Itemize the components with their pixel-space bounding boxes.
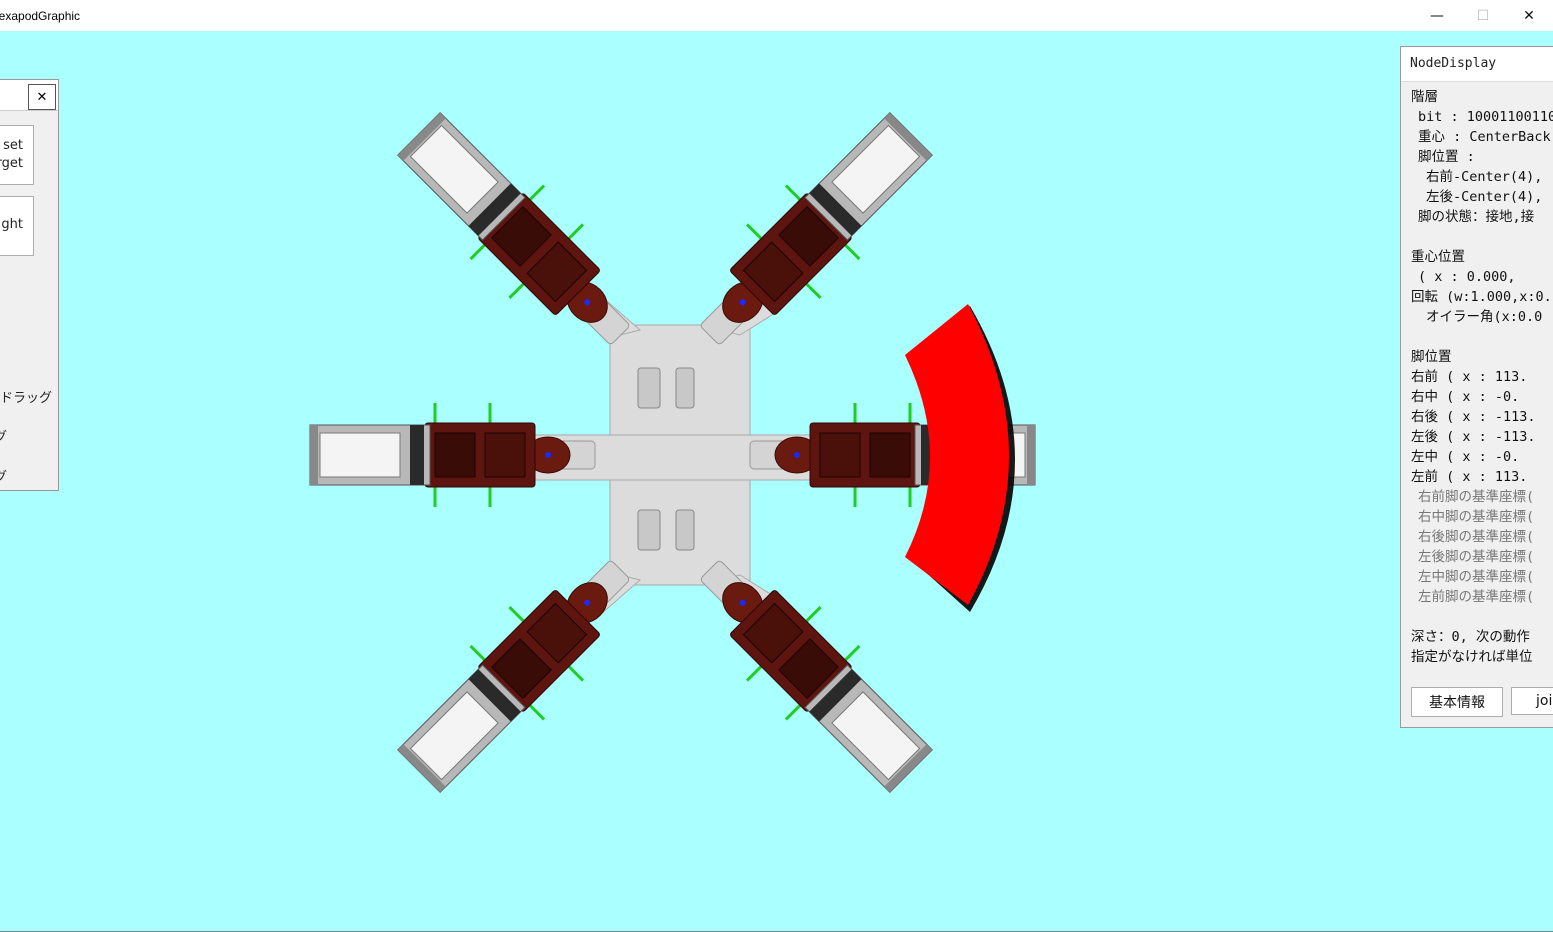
reset-target-button[interactable]: set rget	[0, 125, 34, 185]
node-info-line: 重心位置	[1411, 249, 1465, 265]
node-info-line: 右中脚の基準座標(	[1418, 509, 1535, 525]
node-info-line: 左後-Center(4),	[1426, 189, 1543, 205]
node-info-line: 脚位置 :	[1418, 149, 1475, 165]
node-display-panel: NodeDisplay 階層 bit : 1000110011010 重心 : Ce…	[1400, 46, 1553, 728]
control-panel: ✕ set rget ght ドラッグ グ グ	[0, 79, 59, 491]
panel-close-button[interactable]: ✕	[28, 84, 56, 110]
node-display-title: NodeDisplay	[1410, 56, 1497, 71]
leg-right-front	[671, 95, 950, 374]
node-info-line: 左中脚の基準座標(	[1418, 569, 1535, 585]
maximize-icon: ☐	[1476, 7, 1490, 24]
node-info-line: 左後脚の基準座標(	[1418, 549, 1535, 565]
hexapod-render	[308, 95, 1037, 810]
leg-left-front	[380, 95, 659, 374]
node-info-line: 右前-Center(4),	[1426, 169, 1543, 185]
node-info-line: 右後脚の基準座標(	[1418, 529, 1535, 545]
minimize-icon: —	[1430, 7, 1444, 24]
node-info-line: 右前脚の基準座標(	[1418, 489, 1535, 505]
leg-left-middle	[308, 401, 597, 509]
node-info-line: 深さ：0, 次の動作	[1411, 629, 1530, 645]
control-panel-header: ✕	[0, 80, 58, 111]
node-info-line: 右前 ( x : 113.	[1411, 369, 1528, 385]
node-info-line: 右後 ( x : -113.	[1411, 409, 1536, 425]
node-info-line: 脚の状態：接地,接	[1418, 209, 1535, 225]
leg-left-rear	[380, 531, 659, 810]
node-info-line: オイラー角(x:0.0	[1426, 309, 1543, 325]
joint-button[interactable]: joint	[1511, 687, 1553, 715]
close-icon: ✕	[36, 89, 48, 105]
node-info-line: bit : 1000110011010	[1418, 109, 1553, 125]
node-info-line: 脚位置	[1411, 349, 1452, 365]
node-info-line: 右中 ( x : -0.	[1411, 389, 1520, 405]
window-title: HexapodGraphic	[0, 9, 81, 23]
height-button[interactable]: ght	[0, 196, 34, 256]
node-info-line: 左中 ( x : -0.	[1411, 449, 1520, 465]
node-info-line: 回転 (w:1.000,x:0.	[1411, 289, 1552, 305]
node-info-line: 左後 ( x : -113.	[1411, 429, 1536, 445]
minimize-button[interactable]: —	[1414, 0, 1460, 31]
basic-info-button[interactable]: 基本情報	[1411, 687, 1503, 717]
title-bar: HexapodGraphic — ☐ ✕	[0, 0, 1553, 31]
node-info-line: 左前脚の基準座標(	[1418, 589, 1535, 605]
maximize-button[interactable]: ☐	[1460, 0, 1506, 31]
node-info-line: 重心 : CenterBack	[1418, 129, 1551, 145]
node-info-line: 階層	[1411, 89, 1438, 105]
drag-help-3: グ	[0, 466, 7, 485]
node-info-line: 指定がなければ単位	[1411, 649, 1533, 665]
close-icon: ✕	[1523, 7, 1535, 24]
close-window-button[interactable]: ✕	[1506, 0, 1552, 31]
node-info-line: 左前 ( x : 113.	[1411, 469, 1528, 485]
leg-right-rear	[671, 531, 950, 810]
drag-help-1: ドラッグ	[0, 391, 53, 406]
node-display-header: NodeDisplay	[1401, 47, 1553, 82]
node-info-line: ( x : 0.000,	[1418, 269, 1516, 285]
drag-help-2: グ	[0, 426, 7, 445]
viewport-3d[interactable]	[0, 31, 1553, 931]
